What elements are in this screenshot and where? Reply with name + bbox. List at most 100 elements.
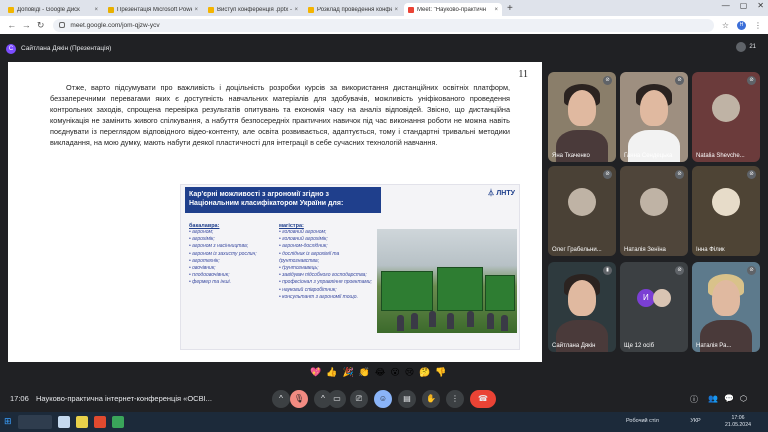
tab-close-icon[interactable]: × — [294, 7, 298, 13]
maximize-icon[interactable]: ▢ — [740, 1, 748, 10]
participant-tile[interactable]: ▮ Сайтлана Дякін — [548, 262, 616, 352]
back-icon[interactable]: ← — [6, 20, 17, 30]
career-list-item: • овочівник; — [189, 265, 279, 272]
chrome-icon[interactable] — [112, 416, 124, 428]
raise-hand-button[interactable]: ✋ — [422, 390, 440, 408]
reaction-emoji[interactable]: 🎉 — [342, 367, 353, 383]
participant-name: Ганна Сендецька — [624, 153, 673, 159]
person-figure — [397, 315, 404, 331]
presenter-avatar: С — [6, 43, 16, 54]
harvester-photo — [377, 229, 517, 333]
profile-avatar[interactable]: Н — [736, 20, 746, 30]
participant-tile[interactable]: ⊘ Яна Ткаченко — [548, 72, 616, 162]
people-icon[interactable]: 👥 — [708, 394, 718, 403]
tab-title: Доповіді - Google Диск — [17, 6, 80, 13]
chat-icon[interactable]: 💬 — [724, 394, 734, 403]
lock-icon — [59, 22, 66, 28]
participant-tile[interactable]: ⊘ Наталія Ра... — [692, 262, 760, 352]
tray-desktop-label: Робочий стіл УКР — [626, 418, 701, 424]
tab-favicon-icon — [8, 6, 14, 13]
tray-clock[interactable]: 17:06 21.05.2024 — [725, 415, 751, 428]
career-item-text: завідувач підсобного господарства; — [282, 272, 367, 279]
browser-tab[interactable]: Meet: "Науково-практичн × — [404, 3, 502, 16]
career-list-item: • професіонал з управління проектами; — [279, 279, 377, 286]
reaction-emoji[interactable]: 👎 — [435, 367, 446, 383]
powerpoint-icon[interactable] — [94, 416, 106, 428]
career-list-item: • агроном із захисту рослин; — [189, 251, 279, 258]
participant-avatar — [568, 188, 596, 216]
captions-button[interactable]: ▤ — [398, 390, 416, 408]
participant-tile[interactable]: ⊘ Інна Філик — [692, 166, 760, 256]
career-item-text: агроном; — [192, 229, 214, 235]
infographic-title: Кар'єрні можливості з агрономії згідно з… — [185, 187, 381, 213]
master-column: магістра: • головний агроном; • головний … — [279, 223, 377, 301]
career-list-item: • плодоовочівник; — [189, 272, 279, 279]
career-item-text: ґрунтознавець; — [282, 265, 319, 272]
tab-favicon-icon — [308, 6, 314, 13]
career-item-text: фермер та інші. — [192, 279, 232, 286]
presentation-slide: 11 Отже, варто підсумувати про важливіст… — [8, 62, 542, 362]
career-item-text: професіонал з управління проектами; — [282, 279, 372, 286]
reaction-emoji[interactable]: 😮 — [390, 367, 399, 383]
participant-avatar — [712, 188, 740, 216]
new-tab-button[interactable]: + — [507, 3, 513, 16]
minimize-icon[interactable]: — — [722, 1, 730, 10]
participant-count-number: 21 — [749, 44, 756, 50]
participant-avatar — [653, 289, 672, 307]
participant-count[interactable]: 21 — [736, 42, 756, 52]
camera-button[interactable]: ▭ — [328, 390, 346, 408]
more-options-button[interactable]: ⋮ — [446, 390, 464, 408]
combine-left — [381, 271, 433, 311]
career-list-item: • головний агрохімік; — [279, 236, 377, 243]
present-button[interactable]: ⎚ — [350, 390, 368, 408]
explorer-icon[interactable] — [58, 416, 70, 428]
tab-title: Виступ конференція .pptx - G — [217, 6, 293, 13]
bookmark-star-icon[interactable]: ☆ — [722, 21, 729, 30]
career-item-text: агротехнік; — [192, 257, 220, 264]
slide-number: 11 — [518, 69, 528, 80]
reaction-emoji[interactable]: 🤔 — [419, 367, 430, 383]
tab-close-icon[interactable]: × — [94, 7, 98, 13]
tab-favicon-icon — [108, 6, 114, 13]
participant-avatar — [640, 188, 668, 216]
reactions-button[interactable]: ☺ — [374, 390, 392, 408]
reaction-emoji[interactable]: 👏 — [359, 367, 370, 383]
reaction-emoji[interactable]: 😢 — [405, 367, 414, 383]
participant-tile[interactable]: ⊘ Наталія Зенїна — [620, 166, 688, 256]
reaction-emoji[interactable]: 😂 — [375, 367, 386, 383]
browser-tab[interactable]: Презентація Microsoft Powe × — [104, 3, 202, 16]
reactions-bar: 💖 👍 🎉 👏 😂 😮 😢 🤔 👎 — [310, 367, 447, 383]
career-item-text: дослідник із агрохімії та ґрунтознавства… — [279, 250, 340, 264]
reaction-emoji[interactable]: 👍 — [326, 367, 337, 383]
tab-favicon-icon — [408, 6, 414, 13]
browser-tab[interactable]: Доповіді - Google Диск × — [4, 3, 102, 16]
reaction-emoji[interactable]: 💖 — [310, 367, 321, 383]
career-list-item: • агроном з насінництва; — [189, 243, 279, 250]
leave-call-button[interactable]: ☎ — [470, 390, 496, 408]
forward-icon[interactable]: → — [20, 20, 31, 30]
windows-start-icon[interactable]: ⊞ — [4, 416, 12, 427]
audio-options-button[interactable]: ^ — [272, 390, 290, 408]
tab-close-icon[interactable]: × — [194, 7, 198, 13]
close-window-icon[interactable]: ✕ — [757, 1, 764, 10]
participant-video — [568, 280, 596, 316]
browser-tab[interactable]: Розклад проведення конфер × — [304, 3, 402, 16]
browser-tab[interactable]: Виступ конференція .pptx - G × — [204, 3, 302, 16]
tab-close-icon[interactable]: × — [494, 7, 498, 13]
participant-tile[interactable]: ⊘ Ганна Сендецька — [620, 72, 688, 162]
participant-tile[interactable]: ⊘ Natalia Shevche... — [692, 72, 760, 162]
participant-tile[interactable]: ⊘ Олег Грабельни... — [548, 166, 616, 256]
tab-close-icon[interactable]: × — [394, 7, 398, 13]
microphone-muted-button[interactable]: 🎙 — [290, 390, 308, 408]
participant-tile[interactable]: И ⊘ Ще 12 осіб — [620, 262, 688, 352]
url-bar[interactable]: meet.google.com/jom-qjzw-ycv — [53, 18, 714, 32]
activities-icon[interactable]: ⬡ — [740, 394, 747, 403]
folder-icon[interactable] — [76, 416, 88, 428]
participant-name: Ще 12 осіб — [624, 343, 655, 349]
menu-icon[interactable]: ⋮ — [754, 21, 762, 30]
participant-name: Яна Ткаченко — [552, 153, 590, 159]
info-icon[interactable]: ⓘ — [690, 394, 698, 405]
taskbar-search[interactable] — [18, 415, 52, 429]
tray-desktop-text: Робочий стіл — [626, 418, 659, 424]
reload-icon[interactable]: ↻ — [35, 20, 46, 31]
